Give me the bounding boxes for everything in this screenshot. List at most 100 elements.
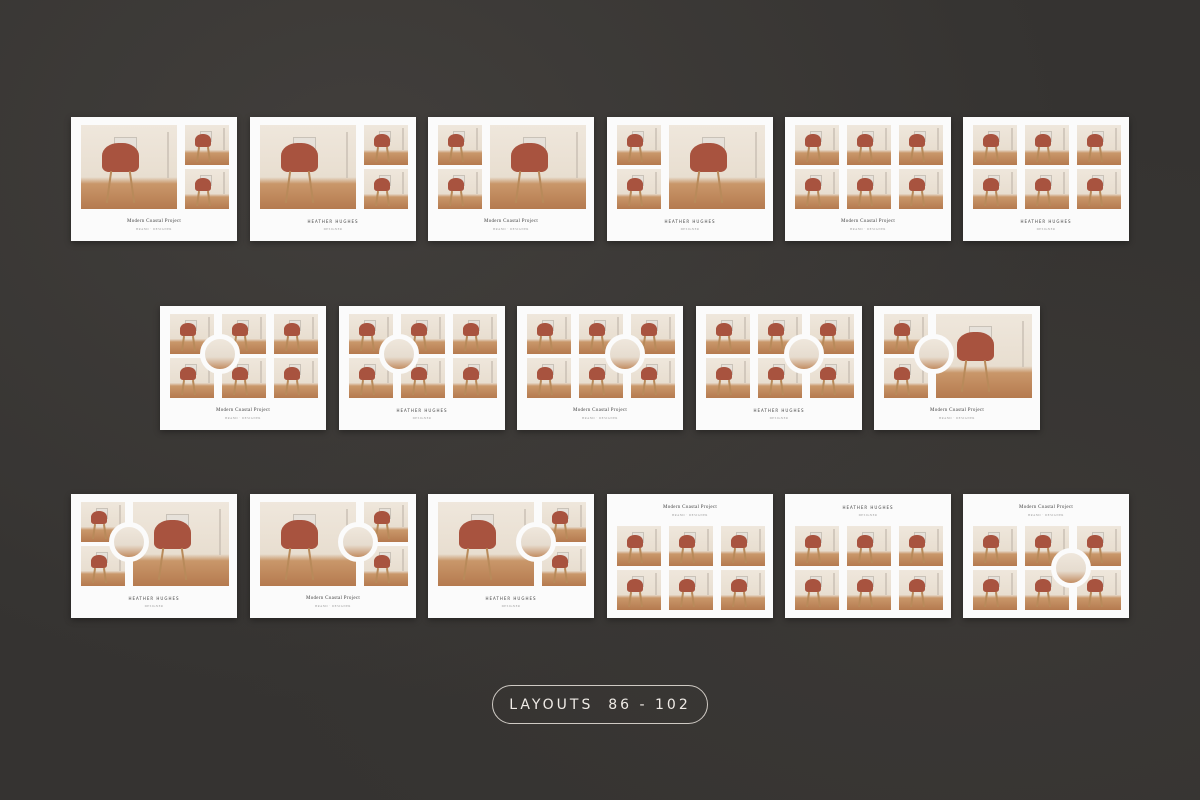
chair-photo xyxy=(847,169,891,209)
card-subcaption: BRAND · DESIGNER xyxy=(939,416,975,420)
chair-photo xyxy=(364,169,408,209)
layout-card: HEATHER HUGHES DESIGNER xyxy=(250,117,416,241)
chair-photo xyxy=(364,125,408,165)
layout-card: HEATHER HUGHES DESIGNER xyxy=(339,306,505,430)
chair-photo xyxy=(260,125,356,209)
layout-card: HEATHER HUGHES DESIGNER xyxy=(785,494,951,618)
chair-photo xyxy=(899,125,943,165)
chair-photo xyxy=(847,570,891,610)
chair-photo xyxy=(795,526,839,566)
chair-photo xyxy=(185,125,229,165)
chair-photo xyxy=(1025,125,1069,165)
chair-photo xyxy=(973,125,1017,165)
chair-photo xyxy=(617,526,661,566)
circle-photo xyxy=(914,334,954,374)
chair-photo xyxy=(899,570,943,610)
card-subcaption: BRAND · DESIGNER xyxy=(136,227,172,231)
chair-photo xyxy=(706,358,750,398)
circle-photo xyxy=(109,522,149,562)
layout-card: HEATHER HUGHES DESIGNER xyxy=(696,306,862,430)
circle-photo xyxy=(784,334,824,374)
chair-photo xyxy=(453,314,497,354)
circle-photo xyxy=(200,334,240,374)
layout-card: HEATHER HUGHES DESIGNER xyxy=(607,117,773,241)
layout-card: Modern Coastal Project BRAND · DESIGNER xyxy=(250,494,416,618)
chair-photo xyxy=(795,570,839,610)
circle-photo xyxy=(516,522,556,562)
chair-photo xyxy=(899,169,943,209)
chair-photo xyxy=(527,358,571,398)
layout-card: HEATHER HUGHES DESIGNER xyxy=(963,117,1129,241)
card-subcaption: DESIGNER xyxy=(323,227,343,231)
card-caption: Modern Coastal Project xyxy=(126,219,182,224)
card-caption: HEATHER HUGHES xyxy=(1020,219,1072,224)
circle-photo xyxy=(605,334,645,374)
card-caption: HEATHER HUGHES xyxy=(753,408,805,413)
chair-photo xyxy=(973,570,1017,610)
card-subcaption: BRAND · DESIGNER xyxy=(672,513,708,517)
chair-photo xyxy=(973,526,1017,566)
chair-photo xyxy=(1077,169,1121,209)
card-caption: Modern Coastal Project xyxy=(572,408,628,413)
chair-photo xyxy=(81,125,177,209)
card-caption: HEATHER HUGHES xyxy=(128,596,180,601)
chair-photo xyxy=(453,358,497,398)
circle-photo xyxy=(379,334,419,374)
layout-card: HEATHER HUGHES DESIGNER xyxy=(428,494,594,618)
layouts-range-badge: LAYOUTS 86 - 102 xyxy=(492,685,708,724)
card-caption: HEATHER HUGHES xyxy=(307,219,359,224)
chair-photo xyxy=(1025,169,1069,209)
card-caption: HEATHER HUGHES xyxy=(396,408,448,413)
chair-photo xyxy=(669,526,713,566)
card-subcaption: BRAND · DESIGNER xyxy=(493,227,529,231)
card-caption: Modern Coastal Project xyxy=(215,408,271,413)
chair-photo xyxy=(617,125,661,165)
layout-card: Modern Coastal Project BRAND · DESIGNER xyxy=(607,494,773,618)
card-subcaption: DESIGNER xyxy=(412,416,432,420)
circle-photo xyxy=(338,522,378,562)
chair-photo xyxy=(527,314,571,354)
chair-photo xyxy=(274,314,318,354)
chair-photo xyxy=(438,169,482,209)
chair-photo xyxy=(490,125,586,209)
chair-photo xyxy=(617,570,661,610)
card-caption: Modern Coastal Project xyxy=(305,596,361,601)
circle-photo xyxy=(1051,548,1091,588)
card-caption: HEATHER HUGHES xyxy=(664,219,716,224)
layout-card: Modern Coastal Project BRAND · DESIGNER xyxy=(71,117,237,241)
chair-photo xyxy=(721,526,765,566)
card-subcaption: DESIGNER xyxy=(1036,227,1056,231)
card-caption: HEATHER HUGHES xyxy=(485,596,537,601)
chair-photo xyxy=(899,526,943,566)
card-caption: Modern Coastal Project xyxy=(929,408,985,413)
layout-card: HEATHER HUGHES DESIGNER xyxy=(71,494,237,618)
card-subcaption: DESIGNER xyxy=(501,604,521,608)
card-subcaption: BRAND · DESIGNER xyxy=(582,416,618,420)
chair-photo xyxy=(847,526,891,566)
card-caption: Modern Coastal Project xyxy=(1018,505,1074,510)
chair-photo xyxy=(847,125,891,165)
layout-card: Modern Coastal Project BRAND · DESIGNER xyxy=(785,117,951,241)
card-caption: Modern Coastal Project xyxy=(483,219,539,224)
chair-photo xyxy=(617,169,661,209)
card-subcaption: BRAND · DESIGNER xyxy=(225,416,261,420)
card-subcaption: DESIGNER xyxy=(680,227,700,231)
chair-photo xyxy=(438,125,482,165)
chair-photo xyxy=(795,125,839,165)
layout-card: Modern Coastal Project BRAND · DESIGNER xyxy=(517,306,683,430)
chair-photo xyxy=(669,570,713,610)
card-subcaption: BRAND · DESIGNER xyxy=(850,227,886,231)
card-caption: Modern Coastal Project xyxy=(840,219,896,224)
card-subcaption: DESIGNER xyxy=(769,416,789,420)
chair-photo xyxy=(185,169,229,209)
chair-photo xyxy=(706,314,750,354)
card-caption: Modern Coastal Project xyxy=(662,505,718,510)
layout-card: Modern Coastal Project BRAND · DESIGNER xyxy=(963,494,1129,618)
card-subcaption: BRAND · DESIGNER xyxy=(315,604,351,608)
card-subcaption: DESIGNER xyxy=(858,513,878,517)
layout-card: Modern Coastal Project BRAND · DESIGNER xyxy=(428,117,594,241)
layout-card: Modern Coastal Project BRAND · DESIGNER xyxy=(874,306,1040,430)
chair-photo xyxy=(795,169,839,209)
chair-photo xyxy=(274,358,318,398)
card-subcaption: BRAND · DESIGNER xyxy=(1028,513,1064,517)
